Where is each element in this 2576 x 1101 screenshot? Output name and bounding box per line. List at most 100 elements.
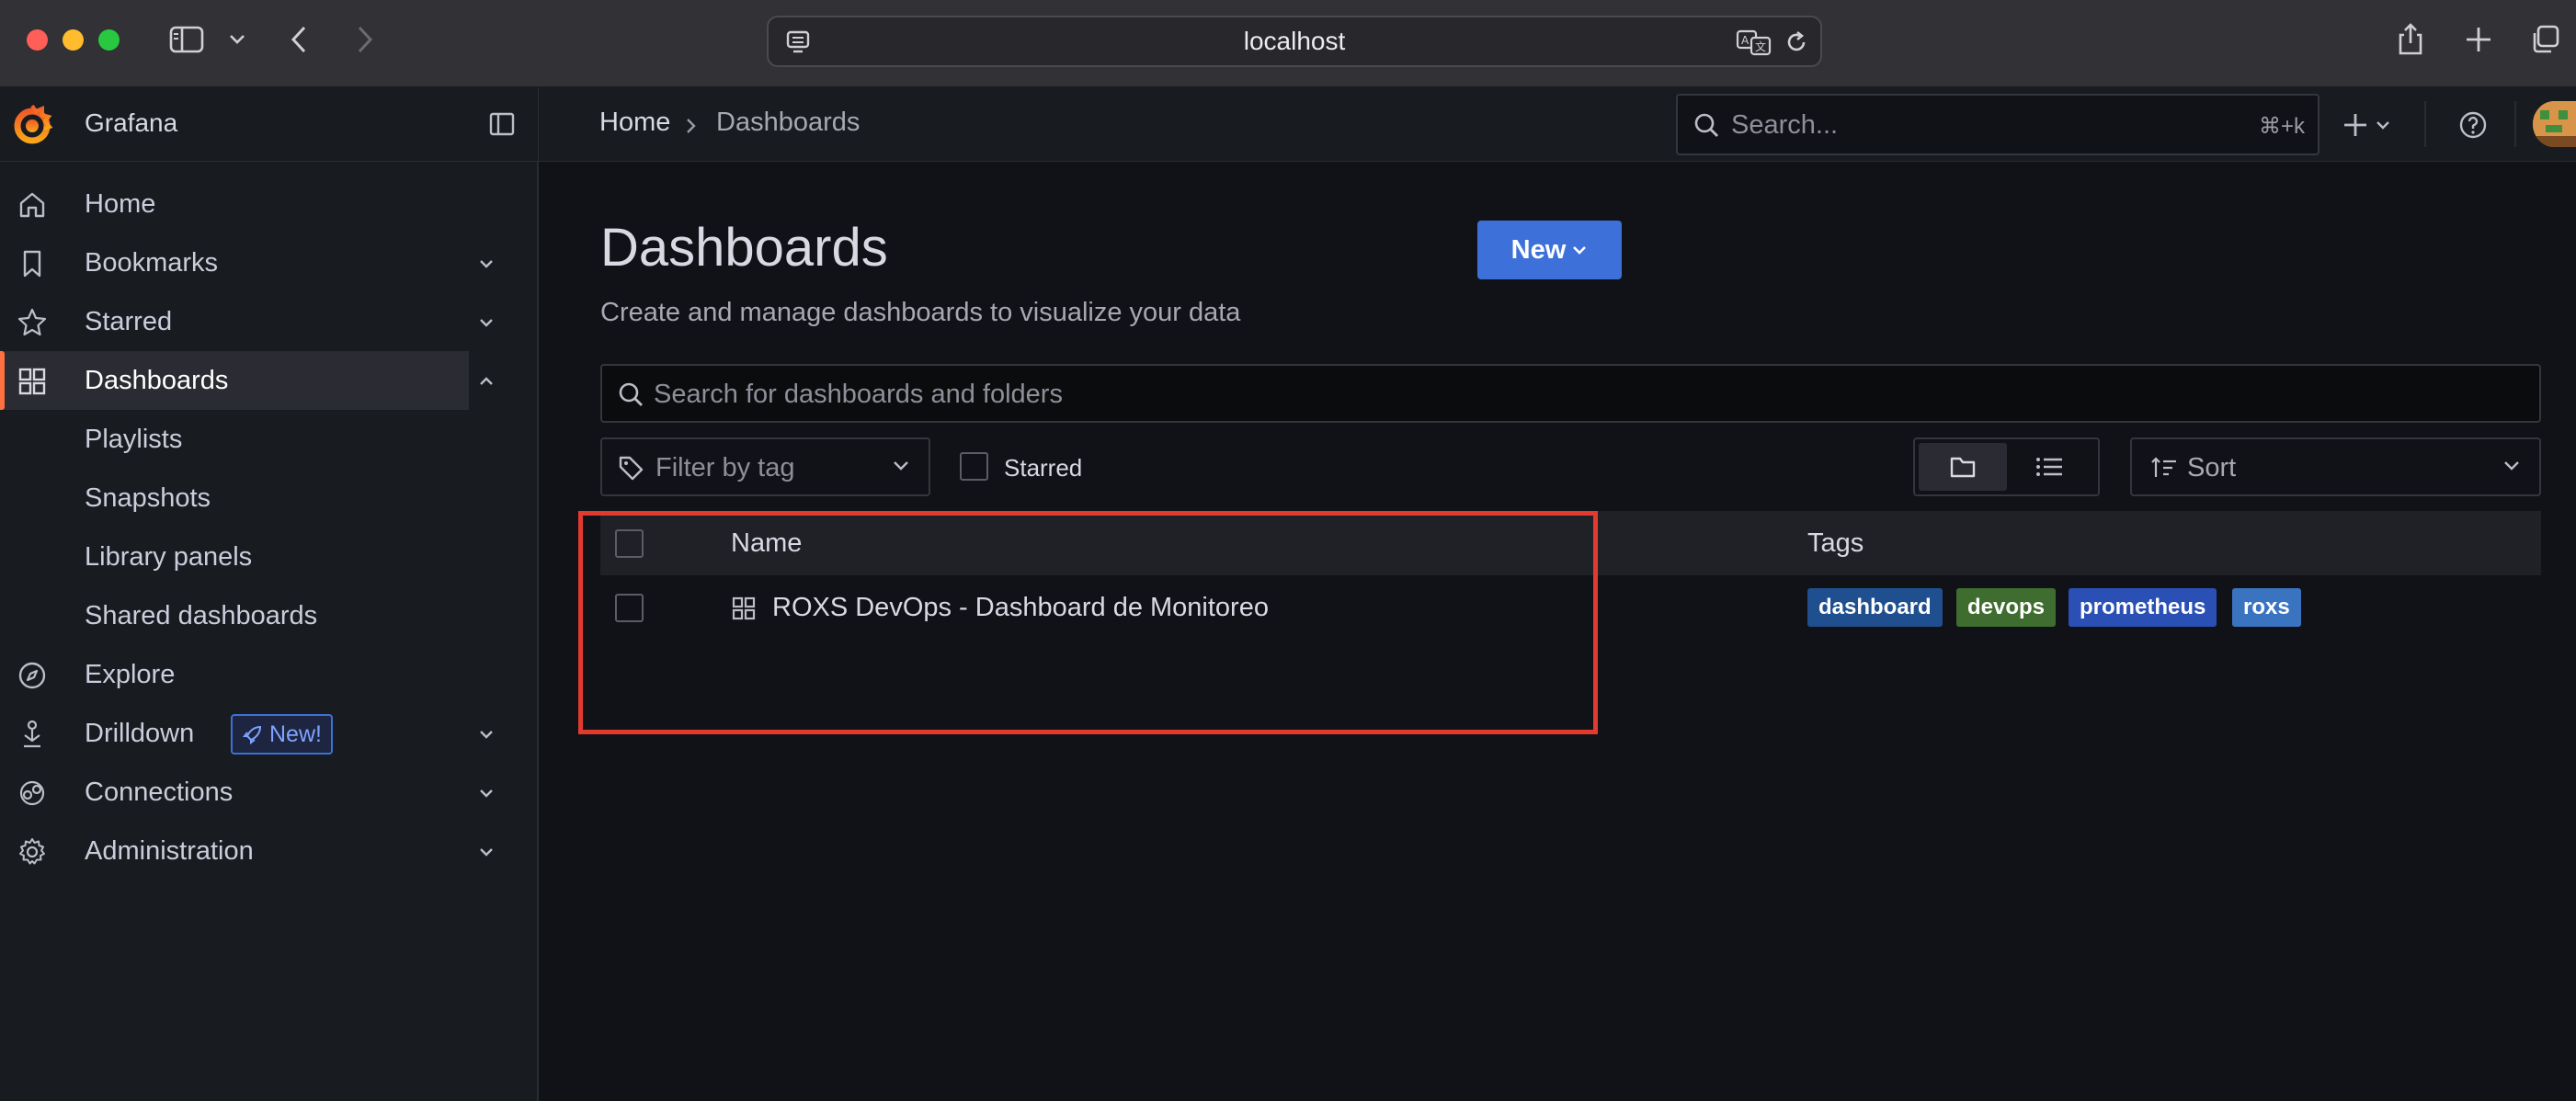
chevron-right-icon bbox=[686, 118, 697, 134]
chevron-down-icon[interactable] bbox=[476, 783, 496, 803]
sidebar-item-label: Home bbox=[85, 188, 156, 219]
search-shortcut: ⌘+k bbox=[2258, 114, 2305, 139]
forward-icon[interactable] bbox=[351, 20, 379, 59]
sidebar-item-label: Dashboards bbox=[85, 365, 229, 395]
zoom-window-button[interactable] bbox=[98, 29, 120, 51]
translate-icon[interactable]: A文 bbox=[1736, 28, 1772, 56]
starred-checkbox[interactable] bbox=[960, 452, 988, 481]
new-button-label: New bbox=[1510, 234, 1567, 265]
brand-header: Grafana bbox=[0, 87, 539, 162]
folder-view-button[interactable] bbox=[1919, 443, 2007, 491]
bookmark-icon bbox=[17, 248, 48, 279]
select-all-checkbox[interactable] bbox=[615, 529, 644, 558]
view-toggle bbox=[1913, 437, 2100, 496]
tag-dashboard[interactable]: dashboard bbox=[1807, 588, 1943, 627]
home-icon bbox=[17, 189, 48, 221]
chevron-down-icon bbox=[892, 460, 910, 472]
sidebar-item-drilldown[interactable]: Drilldown New! bbox=[0, 704, 493, 763]
row-checkbox[interactable] bbox=[615, 594, 644, 622]
sidebar-item-bookmarks[interactable]: Bookmarks bbox=[0, 233, 493, 292]
url-text: localhost bbox=[1243, 27, 1346, 55]
dashboard-search-input[interactable]: Search for dashboards and folders bbox=[600, 364, 2541, 423]
sidebar-item-label: Bookmarks bbox=[85, 247, 219, 278]
breadcrumb-current: Dashboards bbox=[716, 108, 861, 137]
sort-select[interactable]: Sort bbox=[2130, 437, 2541, 496]
global-search-input[interactable]: Search... ⌘+k bbox=[1676, 94, 2320, 155]
close-window-button[interactable] bbox=[27, 29, 48, 51]
browser-toolbar: localhost A文 bbox=[0, 0, 2576, 87]
dock-menu-icon[interactable] bbox=[488, 110, 516, 138]
back-icon[interactable] bbox=[285, 20, 313, 59]
sidebar-item-playlists[interactable]: Playlists bbox=[85, 425, 182, 455]
compass-icon bbox=[17, 660, 48, 691]
topbar-divider bbox=[2424, 101, 2426, 147]
avatar[interactable] bbox=[2533, 101, 2576, 147]
add-icon[interactable] bbox=[2342, 112, 2398, 138]
dashboard-title-link[interactable]: ROXS DevOps - Dashboard de Monitoreo bbox=[772, 593, 1269, 623]
drilldown-icon bbox=[17, 719, 48, 750]
breadcrumb-home[interactable]: Home bbox=[599, 108, 670, 138]
sidebar-item-library-panels[interactable]: Library panels bbox=[85, 542, 252, 573]
svg-text:文: 文 bbox=[1755, 40, 1766, 53]
active-indicator bbox=[0, 351, 5, 410]
page-subtitle: Create and manage dashboards to visualiz… bbox=[600, 298, 1241, 327]
chevron-down-icon[interactable] bbox=[476, 254, 496, 274]
sidebar-item-snapshots[interactable]: Snapshots bbox=[85, 483, 211, 514]
dashboard-icon bbox=[731, 596, 757, 621]
sidebar-item-label: Connections bbox=[85, 777, 234, 807]
filter-by-tag-placeholder: Filter by tag bbox=[655, 453, 795, 482]
column-header-name[interactable]: Name bbox=[731, 528, 802, 559]
sidebar-toggle-icon[interactable] bbox=[165, 20, 208, 59]
tag-prometheus[interactable]: prometheus bbox=[2069, 588, 2217, 627]
sidebar-item-dashboards[interactable]: Dashboards bbox=[0, 351, 493, 410]
share-icon[interactable] bbox=[2394, 20, 2427, 59]
app-name: Grafana bbox=[85, 108, 178, 137]
sidebar-item-label: Administration bbox=[85, 835, 254, 866]
sidebar-item-shared-dashboards[interactable]: Shared dashboards bbox=[85, 601, 317, 631]
tag-icon bbox=[617, 454, 644, 482]
address-bar[interactable]: localhost A文 bbox=[767, 16, 1822, 67]
sidebar-item-label: Explore bbox=[85, 659, 176, 689]
new-badge: New! bbox=[231, 714, 333, 755]
rocket-icon bbox=[243, 725, 262, 744]
sidebar-item-home[interactable]: Home bbox=[0, 175, 469, 233]
folder-icon bbox=[1949, 454, 1977, 480]
chevron-down-icon[interactable] bbox=[476, 724, 496, 744]
sidebar-item-label: Starred bbox=[85, 306, 173, 336]
filter-by-tag-select[interactable]: Filter by tag bbox=[600, 437, 930, 496]
apps-icon bbox=[17, 366, 48, 397]
sort-placeholder: Sort bbox=[2187, 453, 2237, 482]
search-icon bbox=[617, 380, 644, 408]
star-icon bbox=[17, 307, 48, 338]
minimize-window-button[interactable] bbox=[63, 29, 84, 51]
chevron-up-icon[interactable] bbox=[476, 371, 496, 392]
chevron-down-icon[interactable] bbox=[225, 20, 249, 59]
connections-icon bbox=[17, 778, 48, 809]
svg-text:A: A bbox=[1741, 34, 1750, 47]
table-header: Name Tags bbox=[600, 511, 2541, 575]
tag-roxs[interactable]: roxs bbox=[2232, 588, 2301, 627]
chevron-down-icon[interactable] bbox=[476, 312, 496, 333]
chevron-down-icon bbox=[2502, 460, 2521, 472]
reload-icon[interactable] bbox=[1784, 29, 1809, 55]
global-search-placeholder: Search... bbox=[1731, 110, 1839, 140]
tag-devops[interactable]: devops bbox=[1956, 588, 2057, 627]
search-icon bbox=[1693, 111, 1720, 139]
list-icon bbox=[2036, 458, 2062, 476]
sidebar-item-explore[interactable]: Explore bbox=[0, 645, 469, 704]
table-row[interactable]: ROXS DevOps - Dashboard de Monitoreo das… bbox=[600, 575, 2541, 647]
main-content: Dashboards Create and manage dashboards … bbox=[541, 162, 2576, 1101]
sidebar-item-administration[interactable]: Administration bbox=[0, 822, 493, 880]
tab-overview-icon[interactable] bbox=[2528, 20, 2561, 59]
new-button[interactable]: New bbox=[1477, 221, 1622, 279]
new-tab-icon[interactable] bbox=[2462, 20, 2495, 59]
grafana-logo-icon[interactable] bbox=[11, 104, 53, 146]
chevron-down-icon[interactable] bbox=[476, 842, 496, 862]
help-icon[interactable] bbox=[2458, 110, 2488, 140]
gear-icon bbox=[17, 836, 48, 868]
column-header-tags: Tags bbox=[1807, 528, 1864, 558]
sidebar-item-starred[interactable]: Starred bbox=[0, 292, 493, 351]
page-title: Dashboards bbox=[600, 218, 888, 278]
sidebar-item-connections[interactable]: Connections bbox=[0, 763, 493, 822]
list-view-button[interactable] bbox=[2035, 454, 2064, 480]
